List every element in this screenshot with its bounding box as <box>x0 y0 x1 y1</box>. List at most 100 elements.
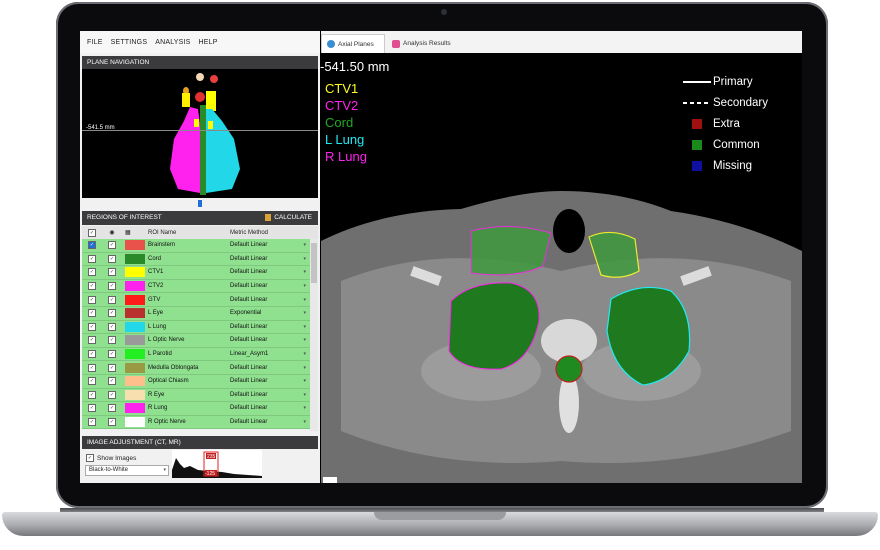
roi-row[interactable]: ✓ ✓ GTV Default Linear ▾ <box>82 293 310 307</box>
roi-color-swatch[interactable] <box>125 240 145 251</box>
roi-method-select[interactable]: Default Linear ▾ <box>228 267 308 278</box>
roi-row[interactable]: ✓ ✓ Optical Chiasm Default Linear ▾ <box>82 374 310 389</box>
roi-method-select[interactable]: Default Linear ▾ <box>228 417 308 428</box>
roi-scrollbar-thumb[interactable] <box>311 243 317 283</box>
roi-visible-checkbox[interactable]: ✓ <box>108 418 116 427</box>
calculate-button[interactable]: CALCULATE <box>265 211 312 224</box>
roi-visible-cell[interactable]: ✓ <box>102 404 122 413</box>
show-images-checkbox[interactable]: ✓ <box>86 454 94 462</box>
roi-select-checkbox[interactable]: ✓ <box>88 322 96 331</box>
metric-method-header[interactable]: Metric Method <box>228 227 308 238</box>
roi-method-select[interactable]: Default Linear ▾ <box>228 376 308 387</box>
menu-settings[interactable]: SETTINGS <box>111 39 148 46</box>
roi-method-select[interactable]: Default Linear ▾ <box>228 389 308 400</box>
roi-row[interactable]: ✓ ✓ Cord Default Linear ▾ <box>82 252 310 267</box>
roi-row[interactable]: ✓ ✓ R Lung Default Linear ▾ <box>82 402 310 416</box>
roi-select-checkbox[interactable]: ✓ <box>88 268 96 277</box>
roi-select-cell[interactable]: ✓ <box>82 254 102 263</box>
viewer-scroll-handle[interactable] <box>323 477 337 483</box>
roi-select-checkbox[interactable]: ✓ <box>88 241 96 250</box>
roi-select-checkbox[interactable]: ✓ <box>88 363 96 372</box>
roi-select-checkbox[interactable]: ✓ <box>88 390 96 399</box>
roi-visible-checkbox[interactable]: ✓ <box>108 363 116 372</box>
roi-select-checkbox[interactable]: ✓ <box>88 350 96 359</box>
menu-analysis[interactable]: ANALYSIS <box>155 39 190 46</box>
tab-axial-planes[interactable]: Axial Planes <box>321 34 385 53</box>
roi-visible-cell[interactable]: ✓ <box>102 268 122 277</box>
roi-method-select[interactable]: Default Linear ▾ <box>228 281 308 292</box>
roi-visible-checkbox[interactable]: ✓ <box>108 336 116 345</box>
roi-visible-checkbox[interactable]: ✓ <box>108 241 116 250</box>
colormap-select[interactable]: Black-to-White ▾ <box>85 465 169 476</box>
roi-row[interactable]: ✓ ✓ L Lung Default Linear ▾ <box>82 320 310 335</box>
roi-visible-checkbox[interactable]: ✓ <box>108 268 116 277</box>
visibility-column[interactable]: ◉ <box>102 229 122 236</box>
roi-color-swatch[interactable] <box>125 281 145 292</box>
roi-visible-checkbox[interactable]: ✓ <box>108 404 116 413</box>
show-images-row[interactable]: ✓ Show Images <box>86 454 136 462</box>
tab-analysis-results[interactable]: Analysis Results <box>387 34 465 53</box>
roi-visible-cell[interactable]: ✓ <box>102 295 122 304</box>
roi-select-cell[interactable]: ✓ <box>82 282 102 291</box>
roi-method-select[interactable]: Default Linear ▾ <box>228 335 308 346</box>
roi-method-select[interactable]: Default Linear ▾ <box>228 240 308 251</box>
roi-color-swatch[interactable] <box>125 267 145 278</box>
roi-method-select[interactable]: Default Linear ▾ <box>228 362 308 373</box>
roi-select-cell[interactable]: ✓ <box>82 268 102 277</box>
plane-position-line[interactable] <box>82 130 318 131</box>
roi-color-swatch[interactable] <box>125 417 145 428</box>
roi-method-select[interactable]: Linear_Asym1 ▾ <box>228 349 308 360</box>
roi-row[interactable]: ✓ ✓ CTV2 Default Linear ▾ <box>82 279 310 294</box>
roi-select-checkbox[interactable]: ✓ <box>88 295 96 304</box>
roi-row[interactable]: ✓ ✓ L Eye Exponential ▾ <box>82 306 310 321</box>
roi-select-cell[interactable]: ✓ <box>82 241 102 250</box>
roi-select-cell[interactable]: ✓ <box>82 363 102 372</box>
roi-row[interactable]: ✓ ✓ Medulla Oblongata Default Linear ▾ <box>82 361 310 375</box>
select-all-checkbox[interactable]: ✓ <box>88 228 96 237</box>
select-all-column[interactable]: ✓ <box>82 228 102 237</box>
roi-select-checkbox[interactable]: ✓ <box>88 377 96 386</box>
roi-color-swatch[interactable] <box>125 321 145 332</box>
roi-visible-checkbox[interactable]: ✓ <box>108 377 116 386</box>
roi-color-swatch[interactable] <box>125 335 145 346</box>
roi-color-swatch[interactable] <box>125 294 145 305</box>
roi-color-swatch[interactable] <box>125 349 145 360</box>
calc-column[interactable]: ▦ <box>125 229 145 236</box>
roi-method-select[interactable]: Default Linear ▾ <box>228 294 308 305</box>
roi-visible-cell[interactable]: ✓ <box>102 350 122 359</box>
menu-file[interactable]: FILE <box>87 39 103 46</box>
roi-visible-cell[interactable]: ✓ <box>102 363 122 372</box>
roi-color-swatch[interactable] <box>125 253 145 264</box>
roi-select-checkbox[interactable]: ✓ <box>88 282 96 291</box>
roi-select-cell[interactable]: ✓ <box>82 295 102 304</box>
roi-select-cell[interactable]: ✓ <box>82 377 102 386</box>
roi-select-checkbox[interactable]: ✓ <box>88 418 96 427</box>
plane-slider-thumb[interactable] <box>198 200 202 207</box>
roi-color-swatch[interactable] <box>125 308 145 319</box>
roi-method-select[interactable]: Default Linear ▾ <box>228 403 308 414</box>
roi-row[interactable]: ✓ ✓ CTV1 Default Linear ▾ <box>82 266 310 280</box>
roi-visible-cell[interactable]: ✓ <box>102 254 122 263</box>
roi-method-select[interactable]: Exponential ▾ <box>228 308 308 319</box>
roi-row[interactable]: ✓ ✓ R Optic Nerve Default Linear ▾ <box>82 415 310 430</box>
roi-select-checkbox[interactable]: ✓ <box>88 404 96 413</box>
roi-color-swatch[interactable] <box>125 362 145 373</box>
roi-select-checkbox[interactable]: ✓ <box>88 254 96 263</box>
roi-visible-checkbox[interactable]: ✓ <box>108 350 116 359</box>
ct-axial-image[interactable] <box>321 171 802 483</box>
roi-visible-checkbox[interactable]: ✓ <box>108 295 116 304</box>
roi-visible-cell[interactable]: ✓ <box>102 282 122 291</box>
roi-select-cell[interactable]: ✓ <box>82 322 102 331</box>
roi-select-cell[interactable]: ✓ <box>82 336 102 345</box>
roi-visible-cell[interactable]: ✓ <box>102 309 122 318</box>
roi-method-select[interactable]: Default Linear ▾ <box>228 253 308 264</box>
roi-visible-checkbox[interactable]: ✓ <box>108 254 116 263</box>
roi-select-cell[interactable]: ✓ <box>82 404 102 413</box>
roi-row[interactable]: ✓ ✓ L Optic Nerve Default Linear ▾ <box>82 334 310 348</box>
histogram[interactable]: 235 -125 <box>172 450 262 478</box>
roi-visible-cell[interactable]: ✓ <box>102 322 122 331</box>
roi-select-checkbox[interactable]: ✓ <box>88 309 96 318</box>
roi-visible-cell[interactable]: ✓ <box>102 336 122 345</box>
plane-navigation-view[interactable]: -541.5 mm <box>82 69 318 198</box>
roi-color-swatch[interactable] <box>125 403 145 414</box>
